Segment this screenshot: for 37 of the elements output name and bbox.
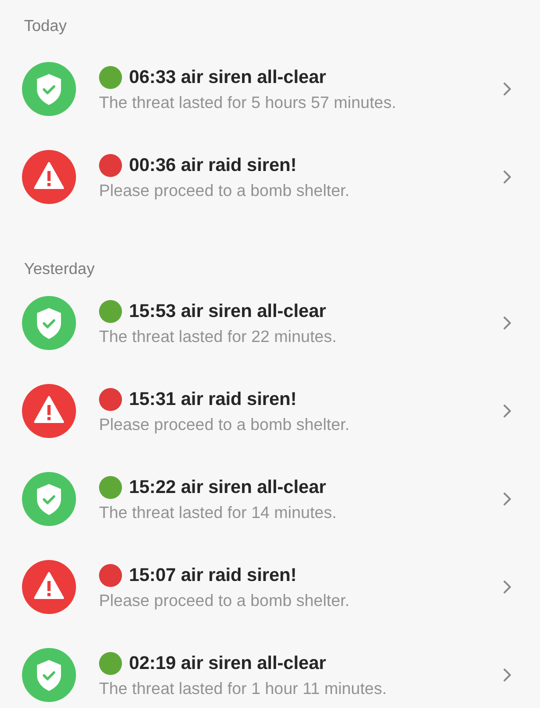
chevron-icon [503, 170, 512, 184]
notification-text: Please proceed to a bomb shelter. [99, 416, 350, 434]
notification-item[interactable]: 00:36 air raid siren! Please proceed to a bomb shelter. [0, 133, 540, 221]
chevron-icon [503, 404, 512, 418]
chevron-icon [503, 316, 512, 330]
notification-item[interactable]: 06:33 air siren all-clear The threat lasted for 5 hours 57 minutes. [0, 45, 540, 133]
notification-text: The threat lasted for 5 hours 57 minutes. [99, 94, 398, 112]
status-dot-icon [99, 154, 122, 176]
chevron-icon [503, 492, 512, 506]
notification-title: 06:33 air siren all-clear [129, 66, 326, 88]
chevron-icon [503, 668, 512, 682]
notification-title: 15:53 air siren all-clear [129, 300, 326, 322]
status-dot-icon [99, 66, 122, 88]
notification-item[interactable]: 02:19 air siren all-clear The threat lasted for 1 hour 11 minutes. [0, 631, 540, 708]
status-dot-icon [99, 564, 122, 586]
section-header: Yesterday [23, 260, 96, 279]
notification-item[interactable]: 15:31 air raid siren! Please proceed to a bomb shelter. [0, 367, 540, 455]
notification-text: The threat lasted for 22 minutes. [99, 328, 338, 346]
notification-text: The threat lasted for 1 hour 11 minutes. [99, 680, 388, 698]
chevron-icon [503, 580, 512, 594]
notification-title: 15:22 air siren all-clear [129, 476, 326, 498]
notification-item[interactable]: 15:53 air siren all-clear The threat lasted for 22 minutes. [0, 279, 540, 367]
notification-text: Please proceed to a bomb shelter. [99, 592, 350, 610]
notification-title: 02:19 air siren all-clear [129, 652, 326, 674]
notification-item[interactable]: 15:07 air raid siren! Please proceed to a bomb shelter. [0, 543, 540, 631]
notification-title: 15:31 air raid siren! [129, 388, 297, 410]
notification-text: Please proceed to a bomb shelter. [99, 182, 350, 200]
status-dot-icon [99, 476, 122, 498]
notification-item[interactable]: 15:22 air siren all-clear The threat lasted for 14 minutes. [0, 455, 540, 543]
status-dot-icon [99, 652, 122, 674]
notification-text: The threat lasted for 14 minutes. [99, 504, 338, 522]
notification-title: 15:07 air raid siren! [129, 564, 297, 586]
section-header: Today [23, 17, 68, 37]
notification-title: 00:36 air raid siren! [129, 154, 297, 176]
chevron-icon [503, 82, 512, 96]
status-dot-icon [99, 300, 122, 322]
status-dot-icon [99, 388, 122, 410]
